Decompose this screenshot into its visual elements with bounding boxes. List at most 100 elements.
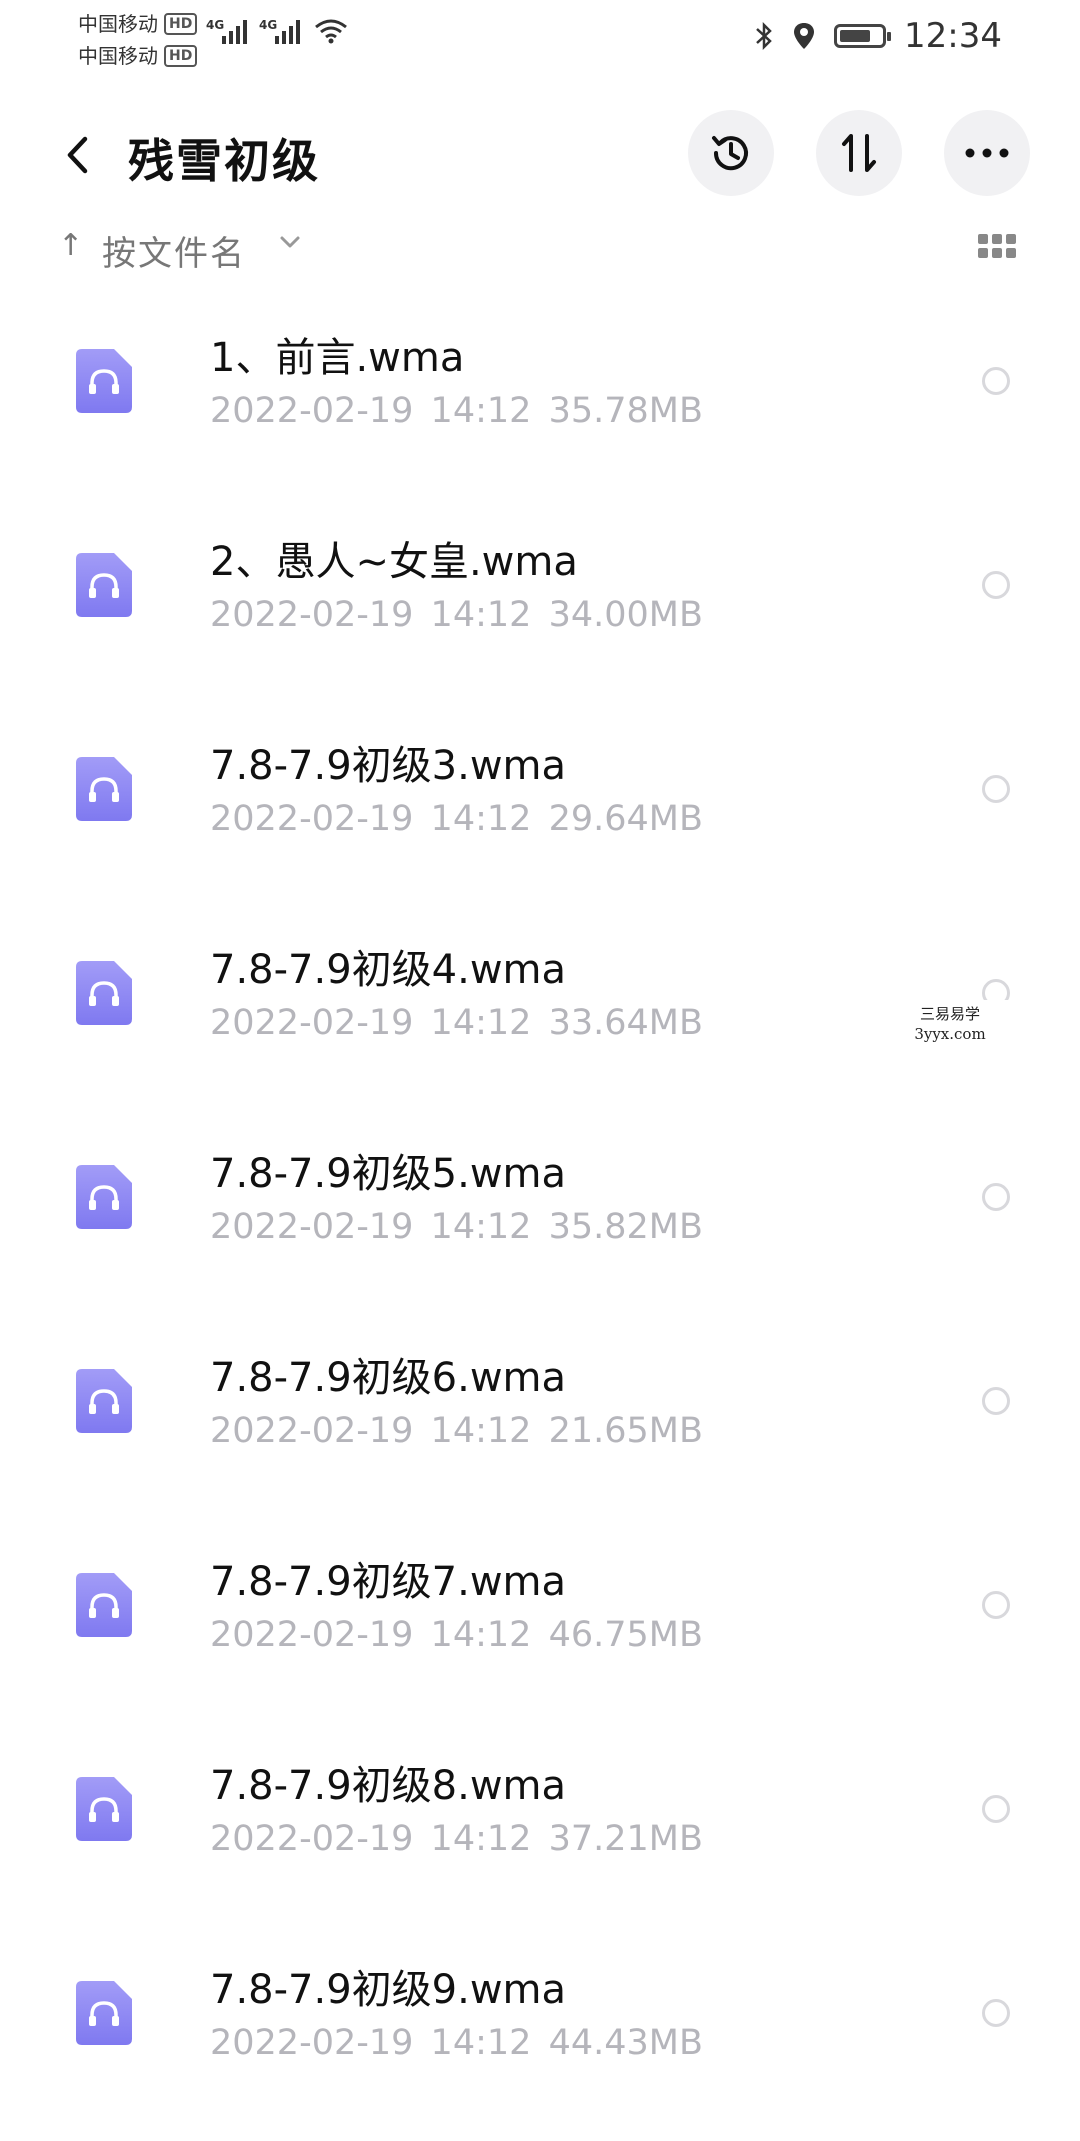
- sort-direction-icon[interactable]: ↑: [58, 228, 83, 263]
- file-meta: 2022-02-19 14:12 35.82MB: [210, 1207, 703, 1247]
- file-meta: 2022-02-19 14:12 35.78MB: [210, 391, 703, 431]
- battery-icon: [834, 24, 892, 48]
- file-date: 2022-02-19: [210, 1207, 414, 1247]
- file-name: 7.8-7.9初级9.wma: [210, 1967, 567, 2013]
- audio-file-icon: [76, 1165, 132, 1229]
- audio-file-icon: [76, 1981, 132, 2045]
- sort-by-label[interactable]: 按文件名: [102, 226, 246, 275]
- select-radio[interactable]: [982, 1795, 1010, 1823]
- file-size: 35.82MB: [548, 1207, 703, 1247]
- select-radio[interactable]: [982, 775, 1010, 803]
- file-date: 2022-02-19: [210, 1003, 414, 1043]
- file-row[interactable]: 7.8-7.9初级8.wma 2022-02-19 14:12 37.21MB: [0, 1733, 1080, 1937]
- file-meta: 2022-02-19 14:12 46.75MB: [210, 1615, 703, 1655]
- audio-file-icon: [76, 961, 132, 1025]
- hd-badge: HD: [164, 13, 198, 35]
- hd-badge-2: HD: [164, 45, 198, 67]
- location-icon: [794, 23, 815, 49]
- file-time: 14:12: [430, 1819, 532, 1859]
- page-title: 残雪初级: [128, 134, 320, 188]
- back-button[interactable]: [48, 125, 108, 185]
- file-name: 7.8-7.9初级6.wma: [210, 1355, 567, 1401]
- file-name: 7.8-7.9初级8.wma: [210, 1763, 567, 1809]
- more-options-button[interactable]: [944, 110, 1030, 196]
- carrier-2-name: 中国移动: [78, 44, 158, 68]
- app-header: 残雪初级: [0, 105, 1080, 205]
- file-date: 2022-02-19: [210, 799, 414, 839]
- select-radio[interactable]: [982, 1183, 1010, 1211]
- file-time: 14:12: [430, 799, 532, 839]
- file-meta: 2022-02-19 14:12 29.64MB: [210, 799, 703, 839]
- file-date: 2022-02-19: [210, 1411, 414, 1451]
- sort-button[interactable]: [816, 110, 902, 196]
- file-row[interactable]: 7.8-7.9初级7.wma 2022-02-19 14:12 46.75MB: [0, 1529, 1080, 1733]
- file-size: 33.64MB: [548, 1003, 703, 1043]
- chevron-down-icon[interactable]: [278, 232, 302, 252]
- file-time: 14:12: [430, 595, 532, 635]
- select-radio[interactable]: [982, 1999, 1010, 2027]
- file-meta: 2022-02-19 14:12 21.65MB: [210, 1411, 703, 1451]
- file-meta: 2022-02-19 14:12 37.21MB: [210, 1819, 703, 1859]
- select-radio[interactable]: [982, 571, 1010, 599]
- select-radio[interactable]: [982, 367, 1010, 395]
- file-date: 2022-02-19: [210, 1819, 414, 1859]
- file-time: 14:12: [430, 1615, 532, 1655]
- chevron-left-icon: [67, 136, 88, 174]
- bluetooth-icon: [756, 21, 772, 51]
- file-date: 2022-02-19: [210, 391, 414, 431]
- sort-updown-icon: [842, 134, 876, 172]
- grid-view-icon[interactable]: [978, 234, 1016, 260]
- clock: 12:34: [904, 16, 1002, 56]
- network-type-label: 4G: [206, 18, 225, 32]
- file-name: 7.8-7.9初级7.wma: [210, 1559, 567, 1605]
- more-icon: [965, 148, 1009, 158]
- file-date: 2022-02-19: [210, 595, 414, 635]
- file-time: 14:12: [430, 1207, 532, 1247]
- file-size: 21.65MB: [548, 1411, 703, 1451]
- file-row[interactable]: 7.8-7.9初级6.wma 2022-02-19 14:12 21.65MB: [0, 1325, 1080, 1529]
- file-name: 2、愚人~女皇.wma: [210, 539, 578, 585]
- file-meta: 2022-02-19 14:12 33.64MB: [210, 1003, 703, 1043]
- file-row[interactable]: 7.8-7.9初级3.wma 2022-02-19 14:12 29.64MB: [0, 713, 1080, 917]
- file-row[interactable]: 7.8-7.9初级5.wma 2022-02-19 14:12 35.82MB: [0, 1121, 1080, 1325]
- file-row[interactable]: 7.8-7.9初级9.wma 2022-02-19 14:12 44.43MB: [0, 1937, 1080, 2141]
- audio-file-icon: [76, 349, 132, 413]
- file-row[interactable]: 2、愚人~女皇.wma 2022-02-19 14:12 34.00MB: [0, 509, 1080, 713]
- carrier-info: 中国移动 HD 中国移动 HD: [78, 8, 198, 72]
- file-date: 2022-02-19: [210, 2023, 414, 2063]
- network-type-label-2: 4G: [259, 18, 278, 32]
- history-button[interactable]: [688, 110, 774, 196]
- signal-icon-2: 4G: [259, 18, 300, 44]
- status-right: 12:34: [754, 16, 1002, 56]
- select-radio[interactable]: [982, 1591, 1010, 1619]
- file-size: 29.64MB: [548, 799, 703, 839]
- signal-icon: 4G: [206, 18, 247, 44]
- file-name: 7.8-7.9初级4.wma: [210, 947, 567, 993]
- file-row[interactable]: 1、前言.wma 2022-02-19 14:12 35.78MB: [0, 305, 1080, 509]
- file-size: 44.43MB: [548, 2023, 703, 2063]
- file-time: 14:12: [430, 1003, 532, 1043]
- audio-file-icon: [76, 757, 132, 821]
- file-size: 35.78MB: [548, 391, 703, 431]
- carrier-2: 中国移动 HD: [78, 40, 198, 72]
- watermark-line-1: 三易易学: [919, 1005, 980, 1023]
- file-size: 37.21MB: [548, 1819, 703, 1859]
- audio-file-icon: [76, 553, 132, 617]
- file-name: 7.8-7.9初级5.wma: [210, 1151, 567, 1197]
- file-name: 1、前言.wma: [210, 335, 465, 381]
- file-time: 14:12: [430, 1411, 532, 1451]
- history-icon: [712, 136, 748, 171]
- file-meta: 2022-02-19 14:12 34.00MB: [210, 595, 703, 635]
- audio-file-icon: [76, 1369, 132, 1433]
- file-name: 7.8-7.9初级3.wma: [210, 743, 567, 789]
- file-time: 14:12: [430, 2023, 532, 2063]
- file-size: 34.00MB: [548, 595, 703, 635]
- file-size: 46.75MB: [548, 1615, 703, 1655]
- file-meta: 2022-02-19 14:12 44.43MB: [210, 2023, 703, 2063]
- select-radio[interactable]: [982, 1387, 1010, 1415]
- audio-file-icon: [76, 1777, 132, 1841]
- carrier-1-name: 中国移动: [78, 12, 158, 36]
- wifi-icon: [315, 19, 347, 44]
- file-list: 1、前言.wma 2022-02-19 14:12 35.78MB 2、愚人~女皇.…: [0, 305, 1080, 2141]
- status-bar: 中国移动 HD 中国移动 HD 4G 4G 12:34: [0, 0, 1080, 70]
